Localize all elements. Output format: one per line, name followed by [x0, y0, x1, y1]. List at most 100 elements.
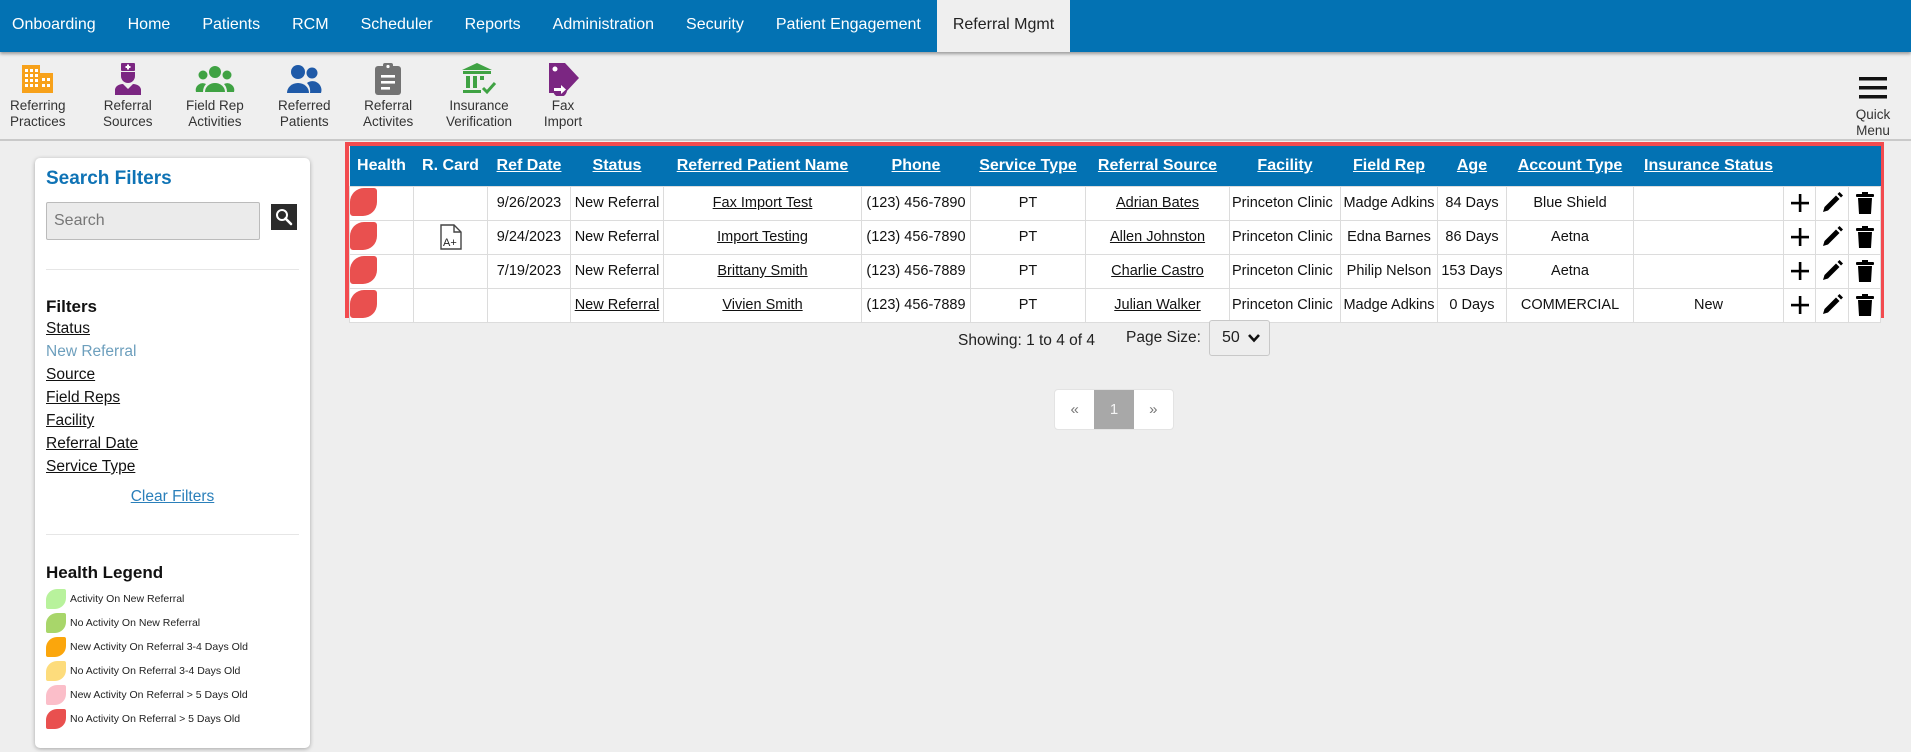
trash-action-cell[interactable] — [1848, 185, 1881, 221]
trash-action-cell[interactable] — [1848, 219, 1881, 255]
plus-icon[interactable] — [1785, 227, 1815, 247]
trash-icon[interactable] — [1850, 191, 1880, 215]
nav-tab-reports[interactable]: Reports — [449, 0, 537, 52]
quick-menu-button[interactable]: Quick Menu — [1853, 61, 1893, 139]
health-leaf-icon — [46, 661, 66, 681]
column-header-status[interactable]: Status — [570, 146, 664, 186]
trash-action-cell[interactable] — [1848, 287, 1881, 323]
referral-source-link[interactable]: Adrian Bates — [1116, 195, 1199, 211]
patient-name-link[interactable]: Import Testing — [717, 229, 808, 245]
nav-tab-referral-mgmt[interactable]: Referral Mgmt — [936, 0, 1071, 52]
toolbar-referring-practices-button[interactable]: Referring Practices — [10, 52, 66, 130]
patient-name-link[interactable]: Fax Import Test — [713, 195, 813, 211]
clear-filters-link[interactable]: Clear Filters — [46, 488, 299, 506]
search-filters-panel: Search Filters Filters Status New Referr… — [35, 158, 310, 748]
trash-icon[interactable] — [1850, 259, 1880, 283]
toolbar-field-rep-activities-button[interactable]: Field Rep Activities — [186, 52, 244, 130]
health-cell — [349, 219, 414, 255]
table-row[interactable]: New Referral Vivien Smith (123) 456-7889 PT… — [349, 287, 1881, 323]
nav-tab-onboarding[interactable]: Onboarding — [0, 0, 112, 52]
page-1-button[interactable]: 1 — [1094, 390, 1134, 429]
toolbar-referred-patients-button[interactable]: Referred Patients — [278, 52, 331, 130]
next-page-button[interactable]: » — [1134, 390, 1173, 429]
rcard-cell[interactable]: A+ — [413, 219, 488, 255]
pencil-icon[interactable] — [1817, 259, 1848, 283]
trash-action-cell[interactable] — [1848, 253, 1881, 289]
nav-tab-home[interactable]: Home — [112, 0, 187, 52]
pencil-action-cell[interactable] — [1815, 287, 1849, 323]
nav-tab-rcm[interactable]: RCM — [276, 0, 344, 52]
filter-source[interactable]: Source — [46, 363, 299, 386]
table-row[interactable]: A+ 9/24/2023 New Referral Import Testing (12… — [349, 219, 1881, 255]
legend-label: No Activity On Referral 3-4 Days Old — [70, 665, 241, 677]
nav-tab-patients[interactable]: Patients — [186, 0, 276, 52]
column-header-insurance-status[interactable]: Insurance Status — [1633, 146, 1784, 186]
search-input[interactable] — [46, 202, 260, 240]
pencil-icon[interactable] — [1817, 293, 1848, 317]
toolbar-label-line2: Import — [543, 114, 583, 129]
health-leaf-icon — [350, 289, 377, 318]
toolbar-insurance-verification-button[interactable]: Insurance Verification — [446, 52, 512, 130]
status-link[interactable]: New Referral — [575, 297, 660, 313]
pencil-action-cell[interactable] — [1815, 219, 1849, 255]
column-header-account-type[interactable]: Account Type — [1506, 146, 1634, 186]
plus-icon[interactable] — [1785, 261, 1815, 281]
trash-icon[interactable] — [1850, 225, 1880, 249]
referral-source-link[interactable]: Charlie Castro — [1111, 263, 1204, 279]
column-header-label: Referred Patient Name — [676, 156, 849, 174]
filter-service-type[interactable]: Service Type — [46, 455, 299, 478]
toolbar-referral-activites-button[interactable]: Referral Activites — [363, 52, 413, 130]
bank-check-icon — [459, 61, 499, 97]
plus-action-cell[interactable] — [1783, 219, 1816, 255]
column-header-referred-patient-name[interactable]: Referred Patient Name — [663, 146, 862, 186]
search-button[interactable] — [271, 204, 297, 230]
patient-name-link[interactable]: Brittany Smith — [717, 263, 807, 279]
filter-field-reps[interactable]: Field Reps — [46, 386, 299, 409]
table-row[interactable]: 9/26/2023 New Referral Fax Import Test (123… — [349, 185, 1881, 221]
pencil-icon[interactable] — [1817, 225, 1848, 249]
column-header-ref-date[interactable]: Ref Date — [487, 146, 571, 186]
column-header-phone[interactable]: Phone — [861, 146, 971, 186]
toolbar-fax-import-button[interactable]: Fax Import — [543, 52, 583, 130]
prev-page-button[interactable]: « — [1055, 390, 1094, 429]
filter-facility[interactable]: Facility — [46, 409, 299, 432]
filter-status[interactable]: Status — [46, 317, 299, 340]
referral-source-link[interactable]: Julian Walker — [1114, 297, 1201, 313]
plus-icon[interactable] — [1785, 295, 1815, 315]
status-cell: New Referral — [570, 185, 664, 221]
patient-name-link[interactable]: Vivien Smith — [722, 297, 802, 313]
report-card-icon[interactable]: A+ — [439, 224, 462, 250]
plus-action-cell[interactable] — [1783, 287, 1816, 323]
column-header-service-type[interactable]: Service Type — [970, 146, 1086, 186]
column-header-label: Insurance Status — [1644, 156, 1773, 174]
column-header-label: Facility — [1257, 156, 1313, 174]
plus-action-cell[interactable] — [1783, 185, 1816, 221]
ref-date-cell — [487, 287, 571, 323]
plus-action-cell[interactable] — [1783, 253, 1816, 289]
column-header-referral-source[interactable]: Referral Source — [1085, 146, 1230, 186]
table-row[interactable]: 7/19/2023 New Referral Brittany Smith (123)… — [349, 253, 1881, 289]
doctor-icon — [108, 61, 148, 97]
age-cell: 153 Days — [1437, 253, 1507, 289]
toolbar-referral-sources-button[interactable]: Referral Sources — [103, 52, 153, 130]
nav-tab-patient-engagement[interactable]: Patient Engagement — [760, 0, 937, 52]
insurance-status-cell: New — [1633, 287, 1784, 323]
quick-menu-label-1: Quick — [1855, 107, 1891, 122]
trash-icon[interactable] — [1850, 293, 1880, 317]
account-cell: Aetna — [1506, 219, 1634, 255]
pencil-icon[interactable] — [1817, 191, 1848, 215]
column-header-field-rep[interactable]: Field Rep — [1340, 146, 1438, 186]
referral-source-link[interactable]: Allen Johnston — [1110, 229, 1205, 245]
column-header-facility[interactable]: Facility — [1229, 146, 1341, 186]
plus-icon[interactable] — [1785, 193, 1815, 213]
column-header-age[interactable]: Age — [1437, 146, 1507, 186]
page-size-label: Page Size: — [1126, 329, 1201, 346]
pencil-action-cell[interactable] — [1815, 185, 1849, 221]
filter-referral-date[interactable]: Referral Date — [46, 432, 299, 455]
pencil-action-cell[interactable] — [1815, 253, 1849, 289]
nav-tab-scheduler[interactable]: Scheduler — [345, 0, 449, 52]
page-size-select[interactable]: 50 — [1209, 320, 1270, 356]
nav-tab-administration[interactable]: Administration — [537, 0, 670, 52]
nav-tab-security[interactable]: Security — [670, 0, 760, 52]
top-nav: Onboarding Home Patients RCM Scheduler Report… — [0, 0, 1911, 52]
